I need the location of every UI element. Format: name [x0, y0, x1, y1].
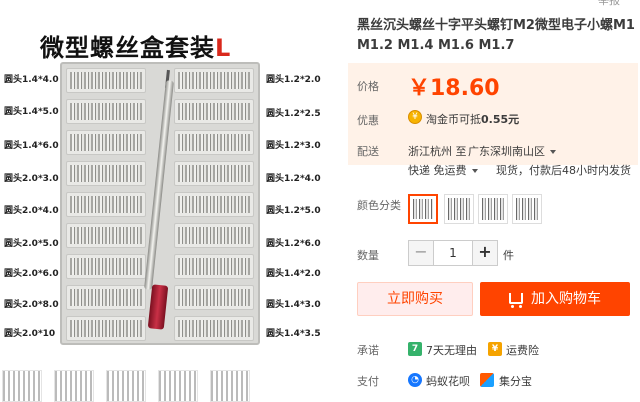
product-title: 黑丝沉头螺丝十字平头螺钉M2微型电子小螺M1 M1.2 M1.4 M1.6 M1… [357, 18, 635, 53]
gold-coin-icon: ¥ [408, 110, 422, 124]
image-label-right: 圆头1.2*4.0 [266, 174, 321, 184]
shipping-label: 配送 [357, 145, 379, 158]
payment-label: 支付 [357, 375, 379, 388]
color-label: 颜色分类 [357, 199, 401, 212]
thumbnail-image[interactable] [158, 370, 198, 402]
color-option[interactable] [478, 194, 508, 224]
add-to-cart-button[interactable]: 加入购物车 [480, 282, 630, 316]
quantity-minus-button[interactable]: − [409, 241, 433, 265]
promise-label: 承诺 [357, 344, 379, 357]
image-label-right: 圆头1.2*3.0 [266, 141, 321, 151]
quantity-stepper: − 1 + [408, 240, 498, 266]
discount-label: 优惠 [357, 114, 379, 127]
image-label-right: 圆头1.2*6.0 [266, 239, 321, 249]
promise-item[interactable]: 7天无理由 [426, 342, 477, 358]
cart-icon [509, 293, 523, 308]
image-label-left: 圆头1.4*4.0 [4, 75, 59, 85]
chevron-down-icon [471, 169, 478, 173]
shipping-insurance-icon: ¥ [488, 342, 502, 356]
jifenbao-icon [480, 373, 494, 387]
thumbnail-strip [0, 370, 340, 402]
chevron-down-icon [550, 150, 556, 154]
image-label-right: 圆头1.2*2.5 [266, 109, 321, 119]
huabei-icon: ◔ [408, 373, 422, 387]
quantity-input[interactable]: 1 [433, 241, 473, 265]
payment-item[interactable]: 蚂蚁花呗 [426, 373, 470, 389]
image-label-left: 圆头2.0*10 [4, 329, 56, 339]
image-label-right: 圆头1.2*2.0 [266, 75, 321, 85]
image-title: 微型螺丝盒套装L [40, 34, 232, 62]
quantity-unit: 件 [503, 249, 514, 262]
product-main-image: 微型螺丝盒套装L 圆头1.4*4.0 圆头1.4*5.0 圆头1.4*6.0 圆… [0, 0, 340, 360]
image-label-right: 圆头1.4*3.0 [266, 300, 321, 310]
image-label-left: 圆头1.4*5.0 [4, 107, 59, 117]
stock-status: 现货，付款后48小时内发货 [496, 164, 631, 177]
image-label-left: 圆头2.0*5.0 [4, 239, 59, 249]
quantity-label: 数量 [357, 249, 379, 262]
image-label-left: 圆头2.0*6.0 [4, 269, 59, 279]
image-label-right: 圆头1.4*2.0 [266, 269, 321, 279]
payment-item[interactable]: 集分宝 [499, 373, 532, 389]
buy-now-button[interactable]: 立即购买 [357, 282, 473, 316]
thumbnail-image[interactable] [54, 370, 94, 402]
image-label-left: 圆头2.0*3.0 [4, 174, 59, 184]
image-label-right: 圆头1.4*3.5 [266, 329, 321, 339]
report-link[interactable]: 举报 [598, 0, 620, 8]
promise-item[interactable]: 运费险 [506, 342, 539, 358]
image-label-left: 圆头1.4*6.0 [4, 141, 59, 151]
thumbnail-image[interactable] [210, 370, 250, 402]
price-value: ￥18.60 [408, 76, 500, 101]
discount-text: 淘金币可抵0.55元 [426, 113, 520, 126]
quantity-plus-button[interactable]: + [473, 241, 497, 265]
shipping-destination-select[interactable]: 广东深圳南山区 [468, 143, 556, 159]
image-label-left: 圆头2.0*4.0 [4, 206, 59, 216]
shipping-origin: 浙江杭州 至 [408, 145, 467, 158]
color-option[interactable] [512, 194, 542, 224]
color-option-selected[interactable] [408, 194, 438, 224]
price-label: 价格 [357, 80, 379, 93]
image-label-left: 圆头2.0*8.0 [4, 300, 59, 310]
color-option[interactable] [444, 194, 474, 224]
shipping-method-select[interactable]: 快递 免运费 [408, 162, 478, 178]
thumbnail-image[interactable] [2, 370, 42, 402]
image-label-right: 圆头1.2*5.0 [266, 206, 321, 216]
thumbnail-image[interactable] [106, 370, 146, 402]
seven-day-return-icon: 7 [408, 342, 422, 356]
